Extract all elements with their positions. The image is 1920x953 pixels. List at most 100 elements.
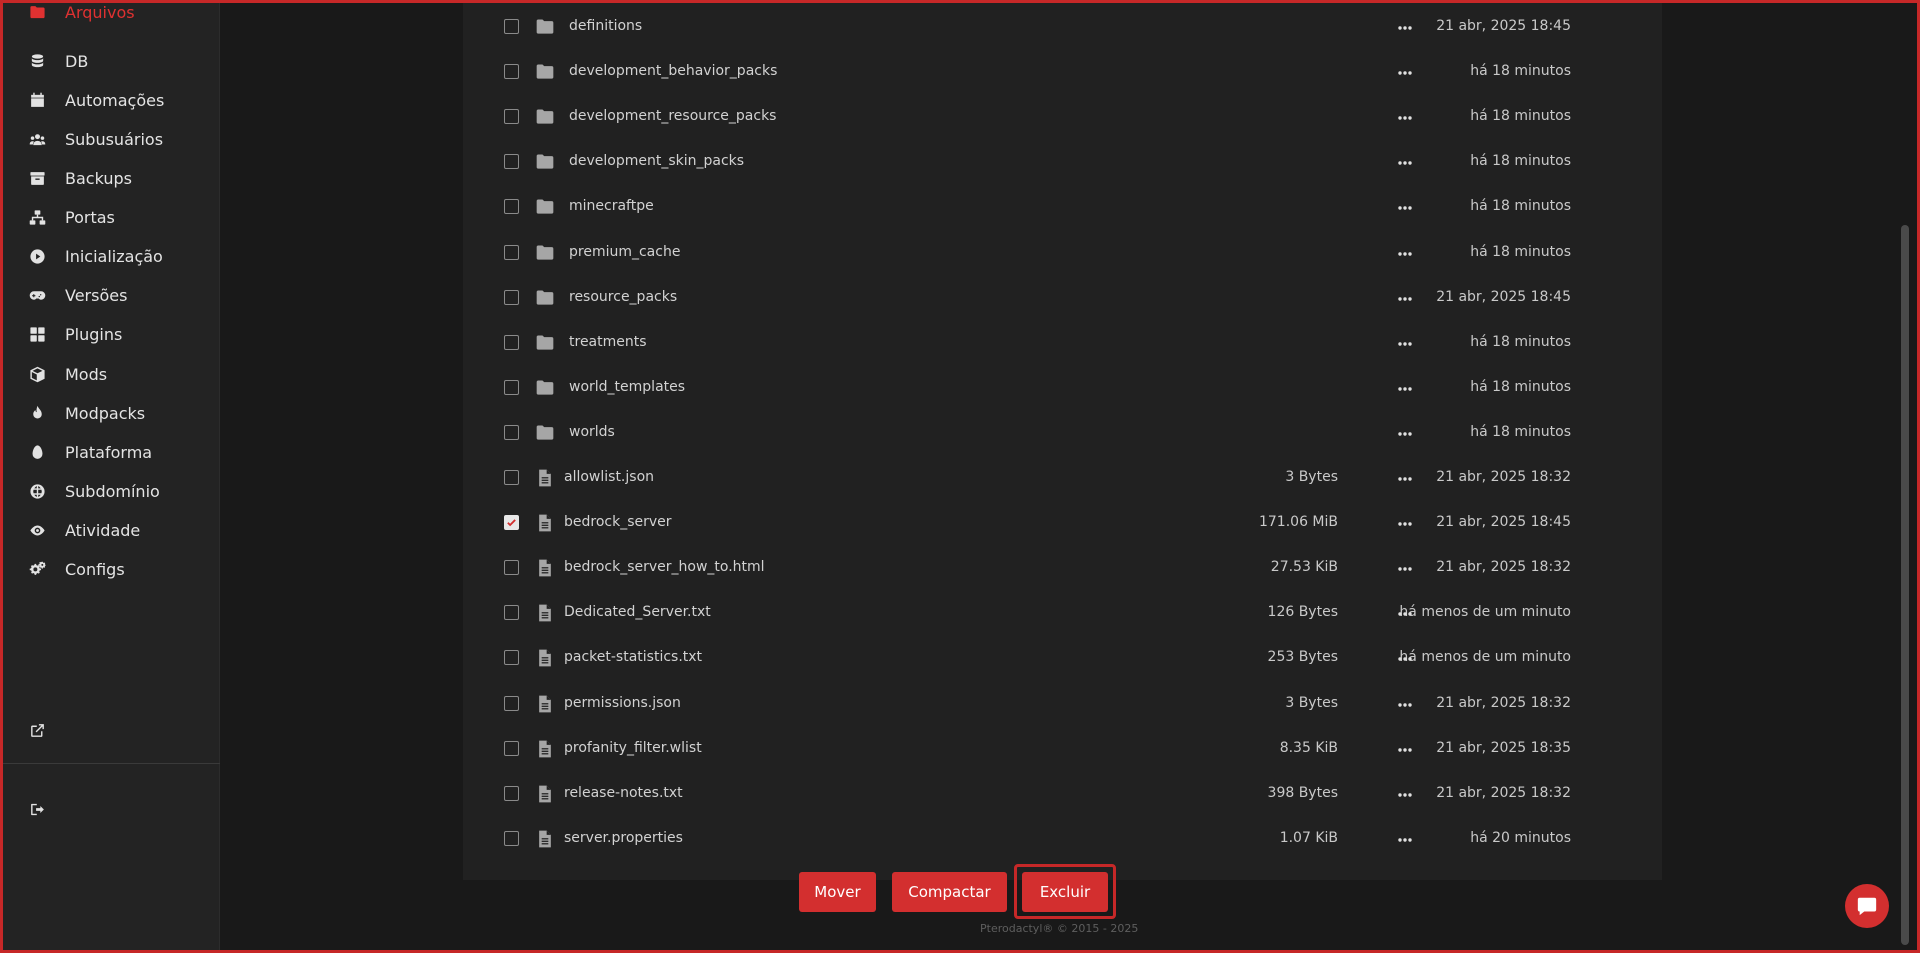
row-checkbox[interactable]	[504, 109, 519, 125]
file-name[interactable]: world_templates	[569, 379, 685, 395]
file-name[interactable]: definitions	[569, 18, 642, 34]
more-options-button[interactable]	[1387, 831, 1423, 849]
sidebar-item-versoes[interactable]: Versões	[3, 277, 220, 313]
file-row[interactable]: bedrock_server_how_to.html 27.53 KiB 21 ab…	[463, 546, 1662, 591]
row-checkbox[interactable]	[504, 515, 519, 531]
file-name[interactable]: minecraftpe	[569, 198, 654, 214]
file-name[interactable]: release-notes.txt	[564, 785, 683, 801]
more-options-button[interactable]	[1387, 605, 1423, 623]
file-name[interactable]: bedrock_server	[564, 514, 672, 530]
sidebar-item-portas[interactable]: Portas	[3, 199, 220, 235]
more-options-button[interactable]	[1387, 245, 1423, 263]
file-name[interactable]: packet-statistics.txt	[564, 649, 702, 665]
file-name[interactable]: development_resource_packs	[569, 108, 776, 124]
sidebar-item-plataforma[interactable]: Plataforma	[3, 434, 220, 470]
sidebar-item-subusuarios[interactable]: Subusuários	[3, 121, 220, 157]
sidebar-item-subdominio[interactable]: Subdomínio	[3, 473, 220, 509]
more-options-button[interactable]	[1387, 560, 1423, 578]
file-row[interactable]: server.properties 1.07 KiB há 20 minutos	[463, 817, 1662, 862]
sidebar-item-modpacks[interactable]: Modpacks	[3, 395, 220, 431]
sidebar-item-mods[interactable]: Mods	[3, 356, 220, 392]
file-size: 8.35 KiB	[1279, 739, 1338, 756]
file-name[interactable]: profanity_filter.wlist	[564, 740, 702, 756]
row-checkbox[interactable]	[504, 199, 519, 215]
row-checkbox[interactable]	[504, 424, 519, 440]
more-options-button[interactable]	[1387, 696, 1423, 714]
row-checkbox[interactable]	[504, 334, 519, 350]
more-options-button[interactable]	[1387, 470, 1423, 488]
more-options-button[interactable]	[1387, 154, 1423, 172]
file-row[interactable]: packet-statistics.txt 253 Bytes há menos d…	[463, 636, 1662, 681]
more-options-button[interactable]	[1387, 425, 1423, 443]
row-checkbox[interactable]	[504, 470, 519, 485]
row-checkbox[interactable]	[504, 154, 519, 170]
external-link-button[interactable]	[3, 712, 220, 748]
file-modified: 21 abr, 2025 18:45	[1436, 288, 1571, 305]
logout-button[interactable]	[3, 791, 220, 827]
more-options-button[interactable]	[1387, 786, 1423, 804]
row-checkbox[interactable]	[504, 695, 519, 711]
sidebar-item-arquivos[interactable]: Arquivos	[3, 0, 220, 30]
folder-row[interactable]: definitions 21 abr, 2025 18:45	[463, 5, 1662, 50]
more-options-button[interactable]	[1387, 290, 1423, 308]
file-name[interactable]: resource_packs	[569, 289, 677, 305]
file-name[interactable]: development_behavior_packs	[569, 63, 777, 79]
row-checkbox[interactable]	[504, 785, 519, 801]
folder-row[interactable]: development_resource_packs há 18 minutos	[463, 95, 1662, 140]
folder-row[interactable]: treatments há 18 minutos	[463, 321, 1662, 366]
more-options-button[interactable]	[1387, 741, 1423, 759]
sidebar-item-automacoes[interactable]: Automações	[3, 82, 220, 118]
more-options-button[interactable]	[1387, 199, 1423, 217]
folder-row[interactable]: premium_cache há 18 minutos	[463, 231, 1662, 276]
more-options-button[interactable]	[1387, 64, 1423, 82]
more-options-button[interactable]	[1387, 515, 1423, 533]
file-row[interactable]: permissions.json 3 Bytes 21 abr, 2025 18:3…	[463, 682, 1662, 727]
folder-row[interactable]: development_behavior_packs há 18 minutos	[463, 50, 1662, 95]
file-row[interactable]: allowlist.json 3 Bytes 21 abr, 2025 18:32	[463, 456, 1662, 501]
row-checkbox[interactable]	[504, 605, 519, 621]
more-options-button[interactable]	[1387, 109, 1423, 127]
row-checkbox[interactable]	[504, 19, 519, 34]
folder-row[interactable]: world_templates há 18 minutos	[463, 366, 1662, 411]
sidebar-item-configs[interactable]: Configs	[3, 551, 220, 587]
sidebar-item-plugins[interactable]: Plugins	[3, 316, 220, 352]
file-name[interactable]: premium_cache	[569, 244, 680, 260]
file-name[interactable]: server.properties	[564, 830, 683, 846]
row-checkbox[interactable]	[504, 64, 519, 80]
row-checkbox[interactable]	[504, 379, 519, 395]
more-options-button[interactable]	[1387, 335, 1423, 353]
delete-button[interactable]: Excluir	[1022, 872, 1108, 912]
row-checkbox[interactable]	[504, 244, 519, 260]
row-checkbox[interactable]	[504, 650, 519, 666]
more-options-button[interactable]	[1387, 650, 1423, 668]
file-row[interactable]: profanity_filter.wlist 8.35 KiB 21 abr, 20…	[463, 727, 1662, 772]
row-checkbox[interactable]	[504, 830, 519, 846]
file-row[interactable]: bedrock_server 171.06 MiB 21 abr, 2025 18:…	[463, 501, 1662, 546]
file-row[interactable]: release-notes.txt 398 Bytes 21 abr, 2025 1…	[463, 772, 1662, 817]
file-name[interactable]: Dedicated_Server.txt	[564, 604, 711, 620]
file-name[interactable]: treatments	[569, 334, 647, 350]
sidebar-item-backups[interactable]: Backups	[3, 160, 220, 196]
move-button[interactable]: Mover	[799, 872, 876, 912]
folder-row[interactable]: worlds há 18 minutos	[463, 411, 1662, 456]
compress-button[interactable]: Compactar	[892, 872, 1007, 912]
file-name[interactable]: worlds	[569, 424, 615, 440]
sidebar-item-inicializacao[interactable]: Inicialização	[3, 238, 220, 274]
sidebar-item-atividade[interactable]: Atividade	[3, 512, 220, 548]
row-checkbox[interactable]	[504, 560, 519, 576]
row-checkbox[interactable]	[504, 289, 519, 305]
file-row[interactable]: Dedicated_Server.txt 126 Bytes há menos de…	[463, 591, 1662, 636]
page-scrollbar[interactable]	[1901, 225, 1909, 945]
folder-row[interactable]: minecraftpe há 18 minutos	[463, 185, 1662, 230]
row-checkbox[interactable]	[504, 740, 519, 756]
more-options-button[interactable]	[1387, 380, 1423, 398]
more-options-button[interactable]	[1387, 19, 1423, 37]
sidebar-item-db[interactable]: DB	[3, 43, 220, 79]
file-name[interactable]: bedrock_server_how_to.html	[564, 559, 765, 575]
file-name[interactable]: development_skin_packs	[569, 153, 744, 169]
folder-row[interactable]: development_skin_packs há 18 minutos	[463, 140, 1662, 185]
file-name[interactable]: allowlist.json	[564, 469, 654, 485]
folder-row[interactable]: resource_packs 21 abr, 2025 18:45	[463, 276, 1662, 321]
chat-button[interactable]	[1845, 884, 1889, 928]
file-name[interactable]: permissions.json	[564, 695, 681, 711]
